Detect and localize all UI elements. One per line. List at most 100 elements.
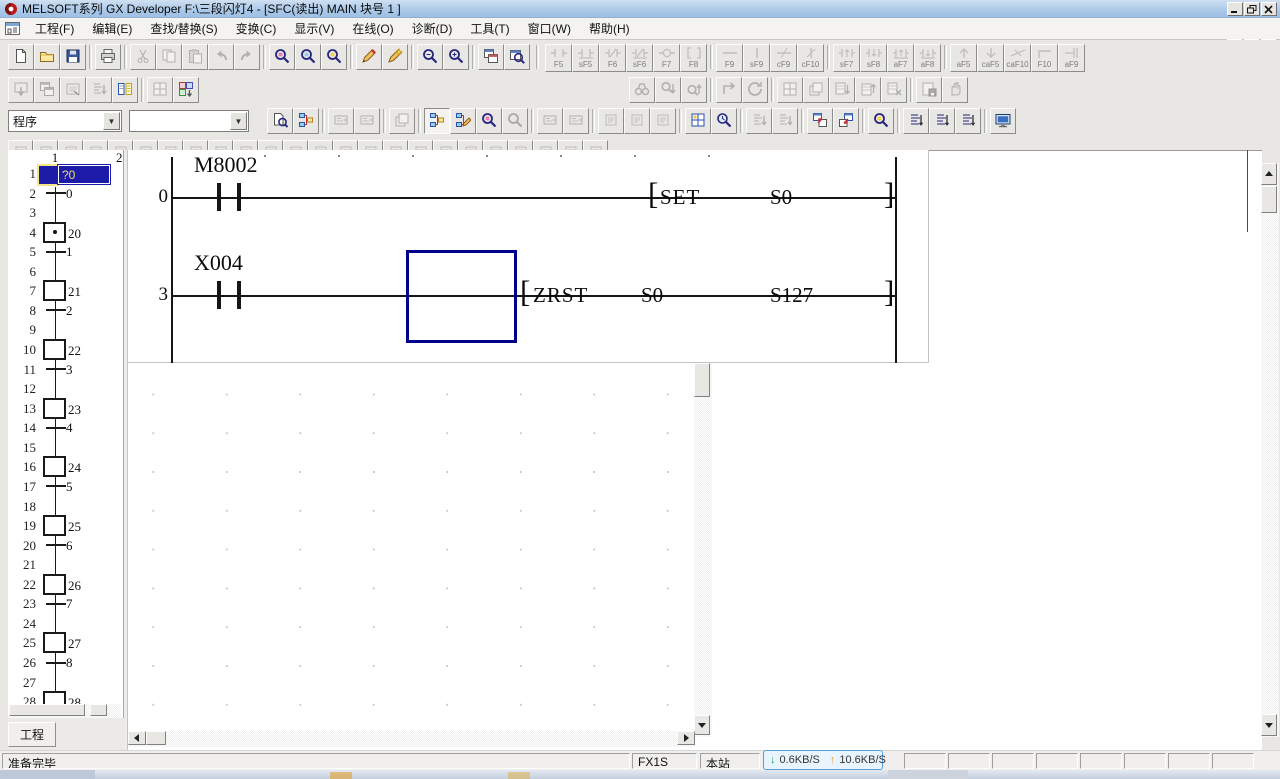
sfc-download-button[interactable] bbox=[8, 77, 34, 103]
open-button[interactable] bbox=[34, 44, 60, 70]
ladder-symbol-cF10-button[interactable]: cF10 bbox=[797, 44, 824, 72]
undo-button[interactable] bbox=[208, 44, 234, 70]
ladder-symbol-aF9-button[interactable]: aF9 bbox=[1058, 44, 1085, 72]
ladder-symbol-aF8-button[interactable]: aF8 bbox=[914, 44, 941, 72]
hscroll-right-button[interactable] bbox=[677, 731, 695, 745]
ladder-symbol-aF5-button[interactable]: aF5 bbox=[950, 44, 977, 72]
sfc-step-box[interactable] bbox=[43, 574, 66, 595]
data-kind-select[interactable]: 程序▼ bbox=[8, 110, 122, 132]
sfc-symbol-button-21[interactable] bbox=[533, 140, 558, 150]
sfc-selected-step[interactable] bbox=[39, 166, 57, 184]
new-button[interactable] bbox=[8, 44, 34, 70]
monitor-edit-button[interactable] bbox=[502, 108, 528, 134]
menu-item-4[interactable]: 显示(V) bbox=[285, 17, 343, 40]
sfc-symbol-button-14[interactable] bbox=[358, 140, 383, 150]
sfc-step-box[interactable] bbox=[43, 456, 66, 477]
operand-label[interactable]: S127 bbox=[770, 283, 813, 308]
layers-button[interactable] bbox=[803, 77, 829, 103]
sfc-symbol-button-16[interactable] bbox=[408, 140, 433, 150]
sfc-transition[interactable] bbox=[46, 368, 66, 370]
block-list-button[interactable] bbox=[112, 77, 138, 103]
sfc-step-box[interactable] bbox=[43, 339, 66, 360]
verify-button[interactable] bbox=[624, 108, 650, 134]
remote-stop-button[interactable] bbox=[563, 108, 589, 134]
menu-item-2[interactable]: 查找/替换(S) bbox=[141, 17, 226, 40]
register-up-button[interactable] bbox=[855, 77, 881, 103]
device-test-button[interactable] bbox=[328, 108, 354, 134]
zoom-out-button[interactable] bbox=[417, 44, 443, 70]
ladder-symbol-F7-button[interactable]: F7 bbox=[653, 44, 680, 72]
sfc-symbol-button-11[interactable] bbox=[283, 140, 308, 150]
register-down-button[interactable] bbox=[829, 77, 855, 103]
sfc-symbol-button-2[interactable] bbox=[58, 140, 83, 150]
sfc-step-box[interactable] bbox=[43, 632, 66, 653]
step-sort-button[interactable] bbox=[86, 77, 112, 103]
sfc-symbol-button-12[interactable] bbox=[308, 140, 333, 150]
search-down-button[interactable] bbox=[655, 77, 681, 103]
ladder-symbol-sF8-button[interactable]: sF8 bbox=[860, 44, 887, 72]
sfc-hscroll-thumb[interactable] bbox=[9, 704, 85, 716]
pane-vscroll-down-button[interactable] bbox=[694, 715, 710, 735]
sfc-symbol-button-7[interactable] bbox=[183, 140, 208, 150]
pane-vscrollbar[interactable] bbox=[694, 363, 712, 737]
sort-updown-button[interactable] bbox=[903, 108, 929, 134]
sfc-display-button[interactable] bbox=[293, 108, 319, 134]
copy-button[interactable] bbox=[156, 44, 182, 70]
project-find-button[interactable] bbox=[504, 44, 530, 70]
sfc-edit-button[interactable] bbox=[450, 108, 476, 134]
sfc-transition[interactable] bbox=[46, 251, 66, 253]
cut-button[interactable] bbox=[130, 44, 156, 70]
ladder-symbol-sF7-button[interactable]: sF7 bbox=[833, 44, 860, 72]
search-up-button[interactable] bbox=[681, 77, 707, 103]
sfc-transition[interactable] bbox=[46, 544, 66, 546]
sfc-symbol-button-0[interactable] bbox=[8, 140, 33, 150]
menu-item-7[interactable]: 工具(T) bbox=[461, 17, 518, 40]
ladder-symbol-F8-button[interactable]: F8 bbox=[680, 44, 707, 72]
zoom-in-button[interactable] bbox=[443, 44, 469, 70]
sfc-symbol-button-3[interactable] bbox=[83, 140, 108, 150]
hscroll-left-button[interactable] bbox=[128, 731, 146, 745]
restore-button[interactable] bbox=[1244, 2, 1260, 16]
ladder-symbol-sF6-button[interactable]: sF6 bbox=[626, 44, 653, 72]
sfc-step-box[interactable] bbox=[43, 398, 66, 419]
data-name-select[interactable]: ▼ bbox=[129, 110, 249, 132]
find-string-button[interactable] bbox=[321, 44, 347, 70]
title-bar[interactable]: MELSOFT系列 GX Developer F:\三段闪灯4 - [SFC(读… bbox=[0, 0, 1280, 18]
sfc-symbol-button-18[interactable] bbox=[458, 140, 483, 150]
transfer-button[interactable] bbox=[650, 108, 676, 134]
sfc-hscroll-button[interactable] bbox=[90, 704, 107, 716]
menu-item-0[interactable]: 工程(F) bbox=[26, 17, 83, 40]
ladder-symbol-cF9-button[interactable]: cF9 bbox=[770, 44, 797, 72]
insert-mode-button[interactable] bbox=[382, 44, 408, 70]
open-window-button[interactable] bbox=[807, 108, 833, 134]
sfc-transition[interactable] bbox=[46, 662, 66, 664]
find-button[interactable] bbox=[269, 44, 295, 70]
ladder-zoom-window[interactable]: M8002 0 [ SET S0 ] X004 3 [ ZRST S0 S127… bbox=[128, 150, 929, 363]
menu-item-1[interactable]: 编辑(E) bbox=[83, 17, 141, 40]
sfc-document-icon[interactable] bbox=[5, 22, 20, 35]
block-parameter-button[interactable] bbox=[173, 77, 199, 103]
ladder-symbol-aF7-button[interactable]: aF7 bbox=[887, 44, 914, 72]
sfc-symbol-button-8[interactable] bbox=[208, 140, 233, 150]
monitor-watch-button[interactable] bbox=[711, 108, 737, 134]
ladder-symbol-F10-button[interactable]: F10 bbox=[1031, 44, 1058, 72]
instruction-label[interactable]: ZRST bbox=[533, 283, 588, 308]
sfc-diagram-pane[interactable]: 1212345678910111213141516171819202122232… bbox=[8, 150, 123, 718]
sfc-symbol-button-5[interactable] bbox=[133, 140, 158, 150]
operand-label[interactable]: S0 bbox=[641, 283, 663, 308]
ladder-symbol-caF10-button[interactable]: caF10 bbox=[1004, 44, 1031, 72]
menu-item-6[interactable]: 诊断(D) bbox=[403, 17, 462, 40]
chevron-down-icon[interactable]: ▼ bbox=[103, 112, 120, 130]
hscroll-thumb[interactable] bbox=[146, 731, 166, 745]
block-display-button[interactable] bbox=[147, 77, 173, 103]
main-hscrollbar[interactable] bbox=[128, 731, 695, 747]
comment-display-button[interactable] bbox=[267, 108, 293, 134]
back-window-button[interactable] bbox=[833, 108, 859, 134]
paste-button[interactable] bbox=[182, 44, 208, 70]
ladder-symbol-F9-button[interactable]: F9 bbox=[716, 44, 743, 72]
sfc-copy-button[interactable] bbox=[34, 77, 60, 103]
project-tab[interactable]: 工程 bbox=[8, 722, 56, 747]
remote-run-button[interactable] bbox=[537, 108, 563, 134]
sfc-symbol-button-10[interactable] bbox=[258, 140, 283, 150]
jump-button[interactable] bbox=[716, 77, 742, 103]
